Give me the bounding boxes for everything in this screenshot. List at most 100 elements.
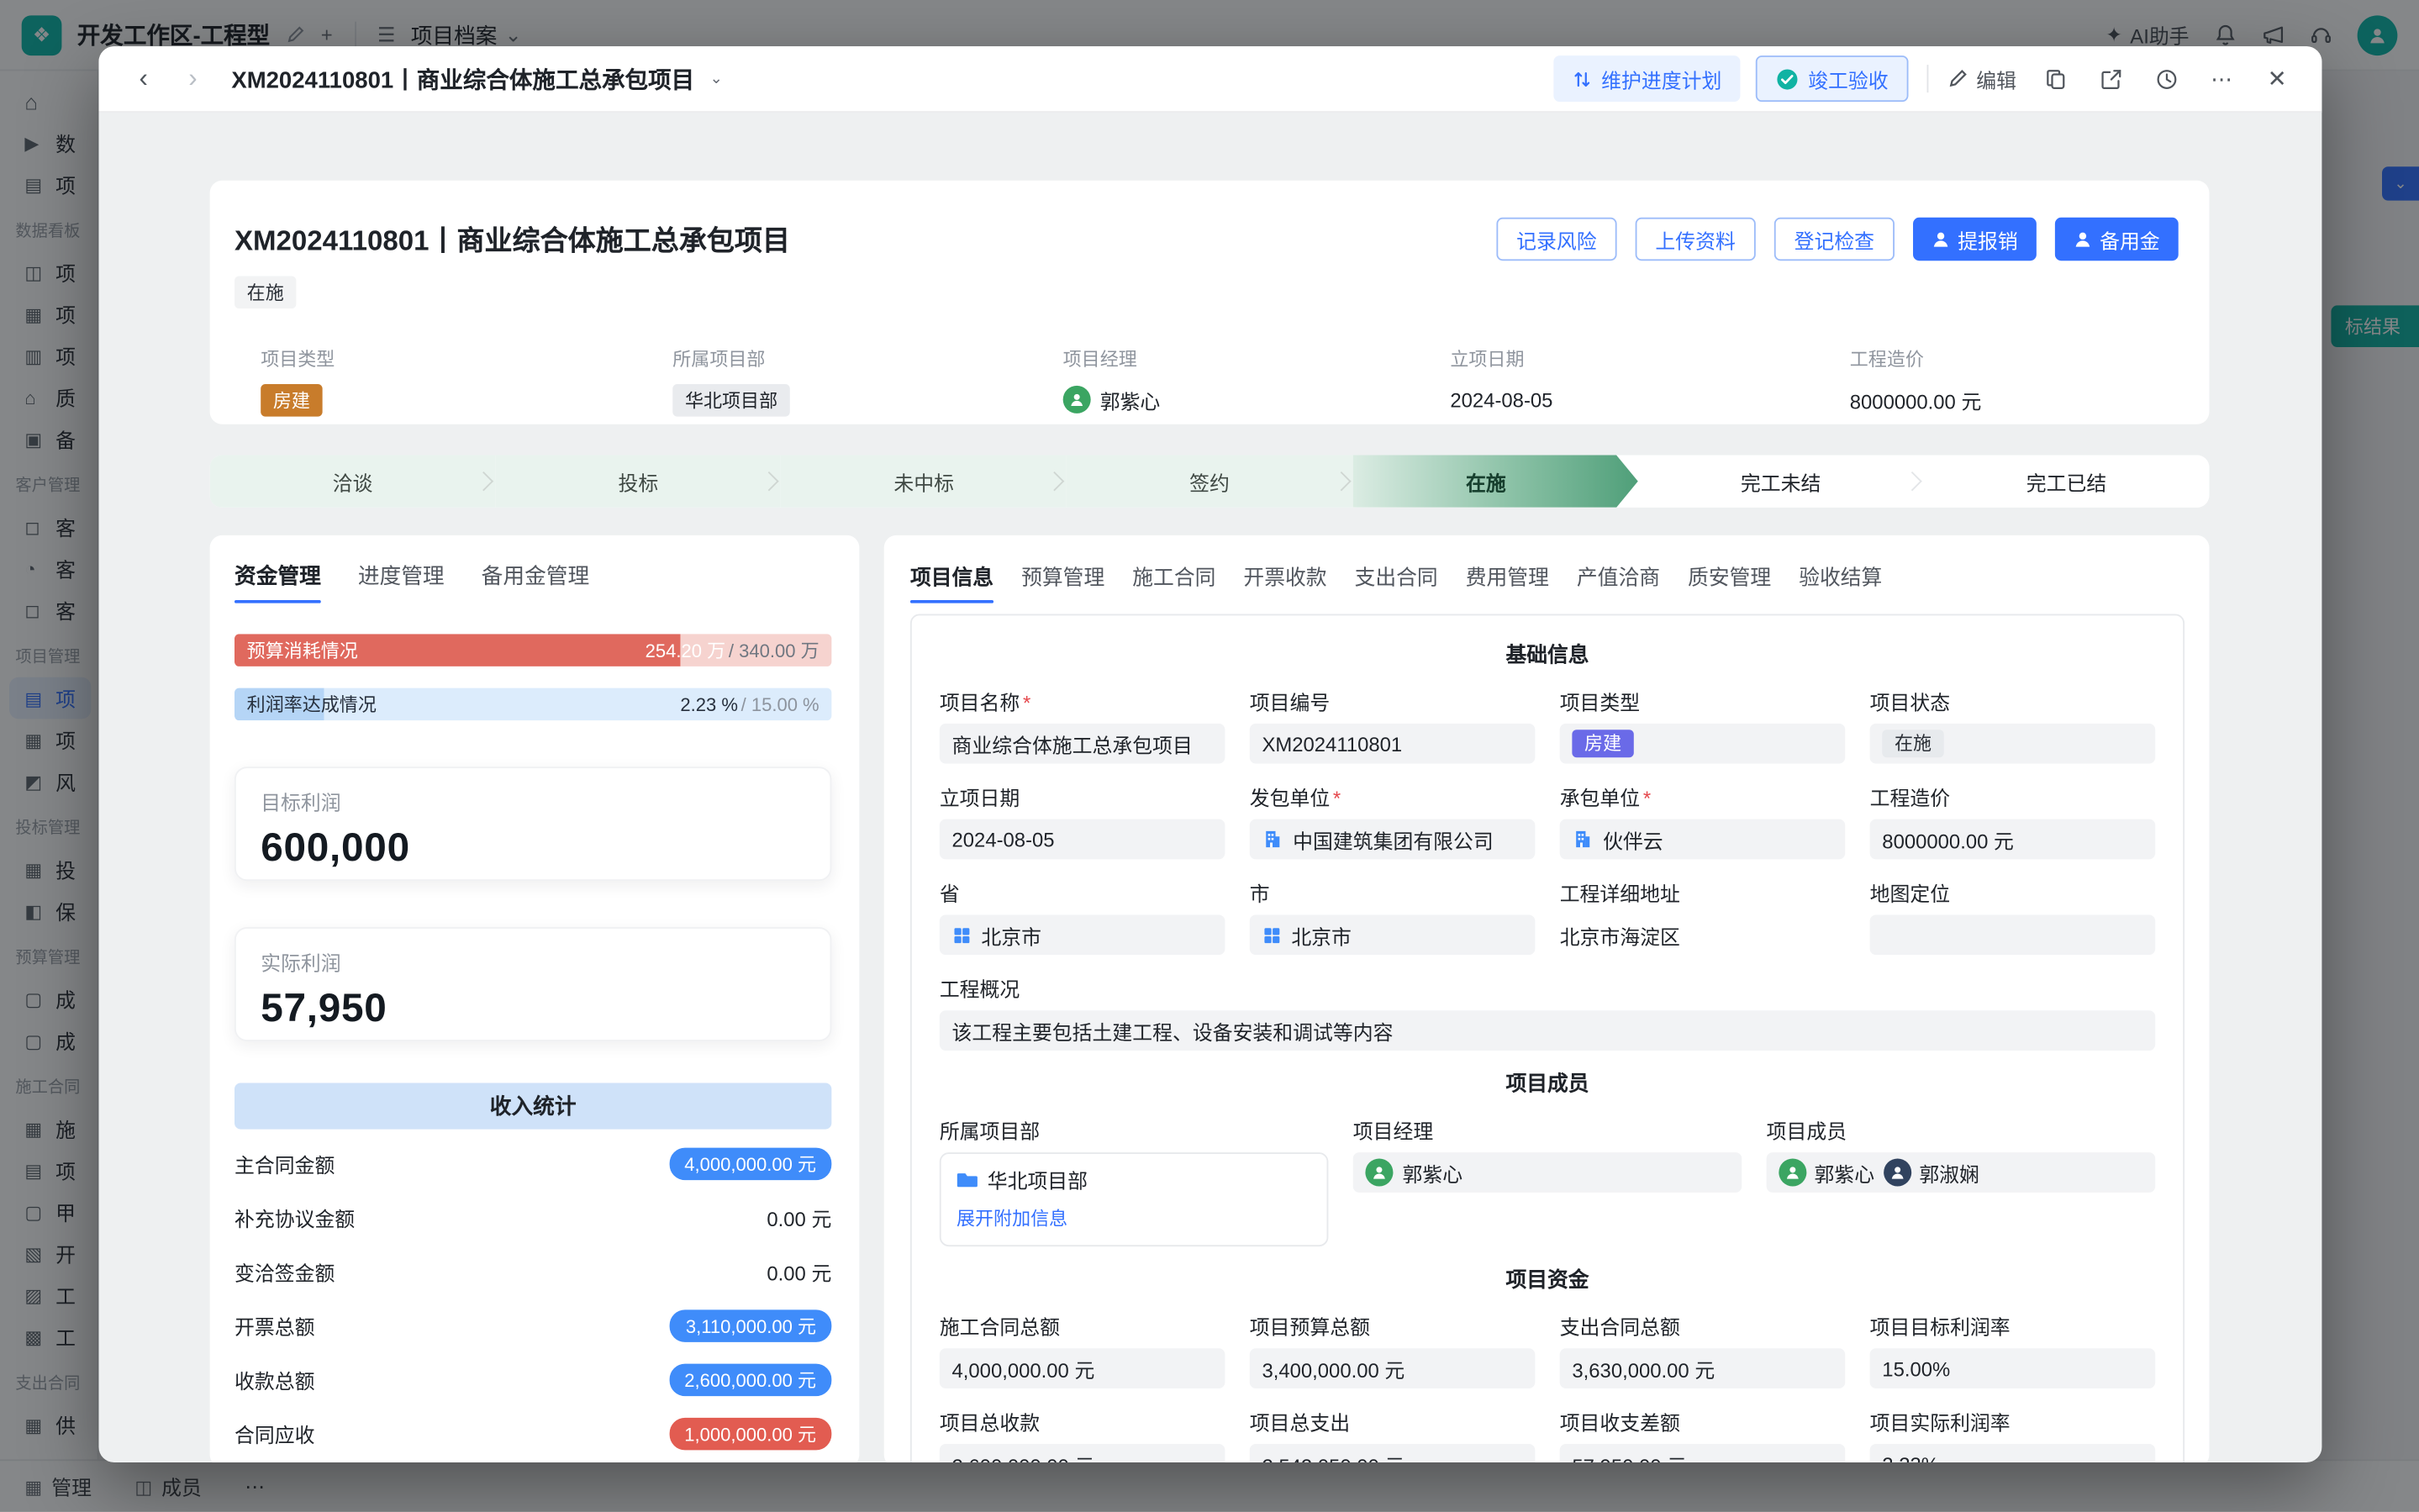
stepper-step[interactable]: 洽谈: [210, 455, 496, 507]
tab[interactable]: 费用管理: [1466, 548, 1549, 603]
finance-row-value: 3,110,000.00 元: [670, 1309, 831, 1342]
close-icon[interactable]: ✕: [2257, 59, 2297, 99]
fund-field-input[interactable]: 2,542,050.00 元: [1250, 1444, 1536, 1462]
summary-field: 立项日期 2024-08-05: [1450, 345, 1849, 415]
tab[interactable]: 预算管理: [1021, 548, 1104, 603]
field-start-date: 立项日期 2024-08-05: [940, 782, 1225, 860]
map-location-input[interactable]: [1870, 914, 2156, 955]
address-value[interactable]: 北京市海淀区: [1560, 914, 1846, 955]
team-input[interactable]: 郭紫心 郭淑娴: [1767, 1152, 2156, 1193]
field-manager: 项目经理 郭紫心: [1353, 1115, 1742, 1193]
more-icon[interactable]: ⋯: [2201, 59, 2242, 99]
expand-extra-info-link[interactable]: 展开附加信息: [957, 1205, 1067, 1231]
copy-icon[interactable]: [2035, 59, 2075, 99]
project-type-input[interactable]: 房建: [1560, 724, 1846, 764]
stepper-step[interactable]: 签约: [1067, 455, 1352, 507]
forward-icon[interactable]: ›: [173, 59, 213, 99]
finance-row: 开票总额 3,110,000.00 元: [235, 1299, 831, 1352]
fund-field-input[interactable]: 2.23%: [1870, 1444, 2156, 1462]
target-profit-value: 600,000: [261, 824, 805, 872]
tab[interactable]: 备用金管理: [482, 548, 589, 603]
summary-action-button[interactable]: 提报销: [1913, 218, 2037, 261]
field-team: 项目成员 郭紫心 郭淑娴: [1767, 1115, 2156, 1193]
tab[interactable]: 质安管理: [1688, 548, 1771, 603]
contractor-unit-input[interactable]: 伙伴云: [1560, 819, 1846, 860]
tab[interactable]: 施工合同: [1132, 548, 1215, 603]
modal-body: XM2024110801丨商业综合体施工总承包项目 记录风险 上传资料 登记检查…: [98, 113, 2322, 1462]
manager-input[interactable]: 郭紫心: [1353, 1152, 1742, 1193]
project-info-form: 基础信息 项目名称* 商业综合体施工总承包项目 项目编号 XM202411080…: [910, 614, 2184, 1463]
modal-header: ‹ › XM2024110801丨商业综合体施工总承包项目 ⌄ 维护进度计划 竣…: [98, 46, 2322, 113]
section-funds: 项目资金: [940, 1262, 2155, 1293]
stepper-step[interactable]: 完工未结: [1638, 455, 1924, 507]
tab[interactable]: 进度管理: [358, 548, 445, 603]
field-overview: 工程概况 该工程主要包括土建工程、设备安装和调试等内容: [940, 973, 2155, 1051]
section-members: 项目成员: [940, 1066, 2155, 1097]
fund-field-input[interactable]: 2,600,000.00 元: [940, 1444, 1225, 1462]
project-no-input[interactable]: XM2024110801: [1250, 724, 1536, 764]
owner-unit-input[interactable]: 中国建筑集团有限公司: [1250, 819, 1536, 860]
overview-input[interactable]: 该工程主要包括土建工程、设备安装和调试等内容: [940, 1010, 2155, 1051]
project-name-input[interactable]: 商业综合体施工总承包项目: [940, 724, 1225, 764]
summary-action-button[interactable]: 记录风险: [1496, 218, 1616, 261]
maintain-schedule-button[interactable]: 维护进度计划: [1553, 55, 1740, 102]
status-badge: 在施: [235, 277, 296, 309]
tab[interactable]: 产值洽商: [1577, 548, 1660, 603]
fund-field-input[interactable]: 3,400,000.00 元: [1250, 1348, 1536, 1388]
tab[interactable]: 验收结算: [1799, 548, 1882, 603]
tab[interactable]: 项目信息: [910, 548, 993, 603]
tab[interactable]: 开票收款: [1243, 548, 1326, 603]
project-info-tabs: 项目信息 预算管理 施工合同 开票收款 支出合同 费用管理 产值洽商 质安管理 …: [910, 548, 2184, 603]
back-icon[interactable]: ‹: [124, 59, 164, 99]
field-map-location: 地图定位: [1870, 877, 2156, 955]
profit-bar-total: / 15.00 %: [741, 693, 820, 715]
stepper-step[interactable]: 未中标: [781, 455, 1067, 507]
summary-action-button[interactable]: 登记检查: [1774, 218, 1895, 261]
project-detail-modal: ‹ › XM2024110801丨商业综合体施工总承包项目 ⌄ 维护进度计划 竣…: [98, 46, 2322, 1462]
history-icon[interactable]: [2146, 59, 2186, 99]
finance-row: 主合同金额 4,000,000.00 元: [235, 1137, 831, 1191]
stepper-step[interactable]: 在施: [1352, 455, 1638, 507]
finance-row: 补充协议金额 0.00 元: [235, 1191, 831, 1245]
income-statistics-button[interactable]: 收入统计: [235, 1083, 831, 1130]
summary-actions: 记录风险 上传资料 登记检查 提报销 备用金: [1496, 218, 2178, 261]
finance-row: 合同应收 1,000,000.00 元: [235, 1407, 831, 1461]
budget-bar-total: / 340.00 万: [729, 637, 820, 663]
fund-field-input[interactable]: 15.00%: [1870, 1348, 2156, 1388]
finance-row-value: 4,000,000.00 元: [669, 1148, 831, 1181]
fund-field-input[interactable]: 3,630,000.00 元: [1560, 1348, 1846, 1388]
target-profit-card: 目标利润 600,000: [235, 767, 831, 881]
dept-box[interactable]: 华北项目部 展开附加信息: [940, 1152, 1329, 1246]
edit-button[interactable]: 编辑: [1947, 64, 2016, 93]
summary-field: 所属项目部 华北项目部: [672, 345, 1062, 415]
summary-action-button[interactable]: 上传资料: [1636, 218, 1756, 261]
completion-acceptance-button[interactable]: 竣工验收: [1756, 55, 1909, 102]
province-input[interactable]: 北京市: [940, 914, 1225, 955]
tab[interactable]: 资金管理: [235, 548, 321, 603]
tab[interactable]: 支出合同: [1355, 548, 1438, 603]
funds-grid: 施工合同总额 4,000,000.00 元 项目预算总额 3,400,000.0…: [940, 1311, 2155, 1462]
check-circle-icon: [1776, 67, 1800, 91]
summary-field: 项目经理 郭紫心: [1063, 345, 1451, 415]
sort-arrows-icon: [1572, 69, 1592, 89]
fund-field-input[interactable]: 57,950.00 元: [1560, 1444, 1846, 1462]
stepper-step[interactable]: 投标: [495, 455, 781, 507]
avatar-icon: [1063, 386, 1091, 414]
title-caret-icon[interactable]: ⌄: [710, 71, 723, 87]
share-icon[interactable]: [2090, 59, 2131, 99]
fund-field-input[interactable]: 4,000,000.00 元: [940, 1348, 1225, 1388]
project-title: XM2024110801丨商业综合体施工总承包项目: [235, 219, 1496, 260]
project-cost-input[interactable]: 8000000.00 元: [1870, 819, 2156, 860]
field-city: 市 北京市: [1250, 877, 1536, 955]
stepper-step[interactable]: 完工已结: [1924, 455, 2210, 507]
finance-row-label: 收款总额: [235, 1365, 314, 1394]
region-grid-icon: [1262, 925, 1282, 945]
region-grid-icon: [952, 925, 972, 945]
project-status-input[interactable]: 在施: [1870, 724, 2156, 764]
city-input[interactable]: 北京市: [1250, 914, 1536, 955]
start-date-input[interactable]: 2024-08-05: [940, 819, 1225, 860]
target-profit-label: 目标利润: [261, 787, 805, 816]
field-project-no: 项目编号 XM2024110801: [1250, 687, 1536, 764]
finance-rows: 主合同金额 4,000,000.00 元 补充协议金额 0.00 元 变洽签金额…: [235, 1137, 831, 1461]
summary-action-button[interactable]: 备用金: [2055, 218, 2179, 261]
